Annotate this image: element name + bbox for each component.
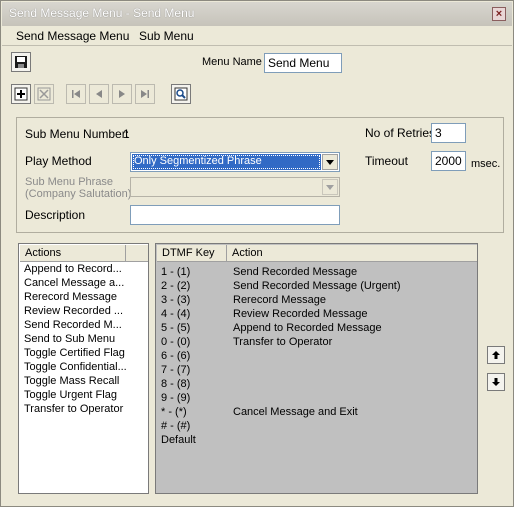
dtmf-action-cell[interactable]: Send Recorded Message (Urgent) [233,280,401,292]
menu-sub-menu[interactable]: Sub Menu [139,29,194,43]
actions-header[interactable]: Actions [20,245,126,262]
dtmf-action-cell[interactable]: Review Recorded Message [233,308,368,320]
title-bar: Send Message Menu - Send Menu × [2,2,512,26]
window-title: Send Message Menu - Send Menu [9,6,195,20]
dtmf-action-cell[interactable]: Transfer to Operator [233,336,332,348]
delete-record-icon [37,87,51,101]
add-record-icon [14,87,28,101]
chevron-down-icon[interactable] [322,154,338,170]
list-item[interactable]: Append to Record... [24,263,122,275]
list-item[interactable]: Send to Sub Menu [24,333,115,345]
play-method-value: Only Segmentized Phrase [132,154,321,170]
play-method-select[interactable]: Only Segmentized Phrase [130,152,340,172]
dtmf-key-cell[interactable]: 8 - (8) [161,378,190,390]
close-icon: × [495,8,503,20]
menu-name-input[interactable]: Send Menu [264,53,342,73]
previous-record-icon [96,90,102,98]
list-item[interactable]: Toggle Certified Flag [24,347,125,359]
move-up-button[interactable] [487,346,505,364]
dtmf-key-cell[interactable]: 2 - (2) [161,280,190,292]
timeout-label: Timeout [365,154,408,168]
next-record-icon [119,90,125,98]
play-method-label: Play Method [25,154,92,168]
dtmf-key-cell[interactable]: 9 - (9) [161,392,190,404]
sub-menu-properties-group: Sub Menu Number: 1 Play Method Only Segm… [16,117,504,233]
list-item[interactable]: Cancel Message a... [24,277,124,289]
first-record-icon [72,90,80,98]
sub-menu-phrase-sublabel: (Company Salutation) [25,188,132,200]
dtmf-key-grid[interactable]: DTMF Key Action 1 - (1) Send Recorded Me… [155,243,478,494]
menu-send-message-menu[interactable]: Send Message Menu [16,29,129,43]
retries-label: No of Retries [365,126,436,140]
action-header[interactable]: Action [227,245,477,262]
menu-name-label: Menu Name [202,56,262,68]
move-down-button[interactable] [487,373,505,391]
dtmf-key-cell[interactable]: * - (*) [161,406,187,418]
arrow-up-icon [492,351,500,359]
dtmf-action-cell[interactable]: Append to Recorded Message [233,322,382,334]
list-item[interactable]: Toggle Mass Recall [24,375,119,387]
sub-menu-number-value: 1 [123,127,130,141]
dtmf-key-cell[interactable]: # - (#) [161,420,190,432]
dtmf-key-cell[interactable]: 0 - (0) [161,336,190,348]
list-item[interactable]: Rerecord Message [24,291,117,303]
close-button[interactable]: × [492,7,506,21]
previous-record-button[interactable] [89,84,109,104]
retries-input[interactable]: 3 [431,123,466,143]
actions-list[interactable]: Actions Append to Record... Cancel Messa… [18,243,149,494]
find-icon [174,87,188,101]
save-icon [15,56,27,68]
dtmf-key-cell[interactable]: Default [161,434,196,446]
sub-menu-phrase-select [130,177,340,197]
send-message-menu-window: Send Message Menu - Send Menu × Send Mes… [0,0,514,507]
add-record-button[interactable] [11,84,31,104]
save-button[interactable] [11,52,31,72]
dtmf-key-cell[interactable]: 3 - (3) [161,294,190,306]
list-item[interactable]: Transfer to Operator [24,403,123,415]
sub-menu-number-label: Sub Menu Number: [25,127,130,141]
delete-record-button[interactable] [34,84,54,104]
description-label: Description [25,208,86,222]
arrow-down-icon [492,378,500,386]
dtmf-action-cell[interactable]: Cancel Message and Exit [233,406,358,418]
dtmf-key-cell[interactable]: 4 - (4) [161,308,190,320]
first-record-button[interactable] [66,84,86,104]
description-input[interactable] [130,205,340,225]
last-record-button[interactable] [135,84,155,104]
find-button[interactable] [171,84,191,104]
timeout-unit: msec. [471,158,501,170]
dtmf-key-cell[interactable]: 5 - (5) [161,322,190,334]
dtmf-key-cell[interactable]: 6 - (6) [161,350,190,362]
dtmf-key-cell[interactable]: 1 - (1) [161,266,190,278]
last-record-icon [141,90,149,98]
sub-menu-phrase-label: Sub Menu Phrase [25,176,114,188]
list-item[interactable]: Toggle Urgent Flag [24,389,117,401]
timeout-input[interactable]: 2000 [431,151,466,171]
menu-bar: Send Message Menu Sub Menu [2,26,512,46]
dtmf-key-header[interactable]: DTMF Key [157,245,227,262]
list-item[interactable]: Send Recorded M... [24,319,122,331]
actions-header-filler [126,245,148,262]
dtmf-action-cell[interactable]: Send Recorded Message [233,266,357,278]
list-item[interactable]: Review Recorded ... [24,305,123,317]
dtmf-key-cell[interactable]: 7 - (7) [161,364,190,376]
dtmf-action-cell[interactable]: Rerecord Message [233,294,326,306]
list-item[interactable]: Toggle Confidential... [24,361,127,373]
chevron-down-icon [322,179,338,195]
next-record-button[interactable] [112,84,132,104]
